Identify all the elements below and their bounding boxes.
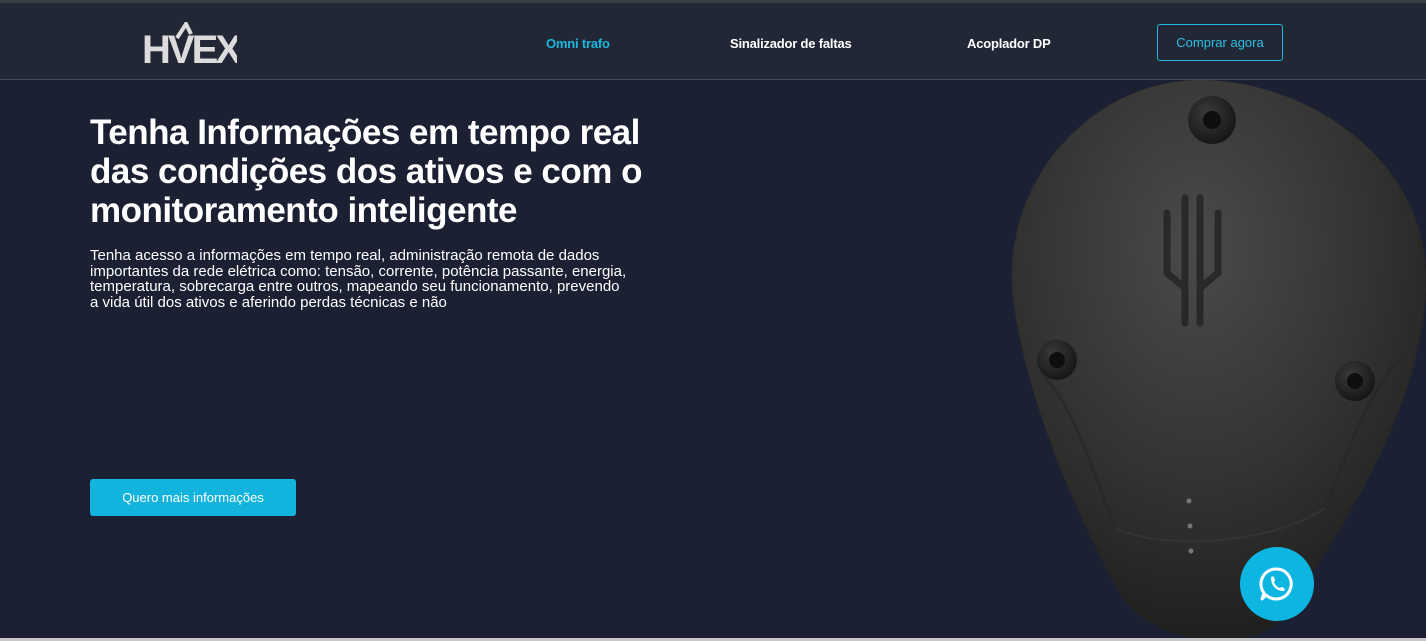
- hero-description: Tenha acesso a informações em tempo real…: [90, 248, 670, 310]
- more-info-button[interactable]: Quero mais informações: [90, 479, 296, 516]
- whatsapp-button[interactable]: [1240, 547, 1314, 621]
- hvex-logo[interactable]: HVEX: [141, 22, 237, 66]
- nav-omni-trafo[interactable]: Omni trafo: [546, 36, 610, 51]
- nav-acoplador-dp[interactable]: Acoplador DP: [967, 36, 1051, 51]
- hero-description-line: importantes da rede elétrica como: tensã…: [90, 262, 627, 280]
- hero-title: Tenha Informações em tempo real das cond…: [90, 113, 690, 230]
- omni-trafo-device-image: [1011, 80, 1426, 641]
- hero-description-line: Tenha acesso a informações em tempo real…: [90, 247, 600, 264]
- hero-title-line: monitoramento inteligente: [90, 191, 517, 230]
- hero-title-line: Tenha Informações em tempo real: [90, 113, 640, 152]
- hero-description-line: a vida útil dos ativos e aferindo perdas…: [90, 293, 447, 311]
- whatsapp-icon: [1259, 567, 1293, 601]
- hero-description-line: temperatura, sobrecarga entre outros, ma…: [90, 278, 620, 295]
- navbar: HVEX Omni trafo Sinalizador de faltas Ac…: [0, 3, 1426, 80]
- buy-now-button[interactable]: Comprar agora: [1157, 24, 1283, 61]
- nav-sinalizador-de-faltas[interactable]: Sinalizador de faltas: [730, 36, 852, 51]
- hero-title-line: das condições dos ativos e com o: [90, 152, 642, 191]
